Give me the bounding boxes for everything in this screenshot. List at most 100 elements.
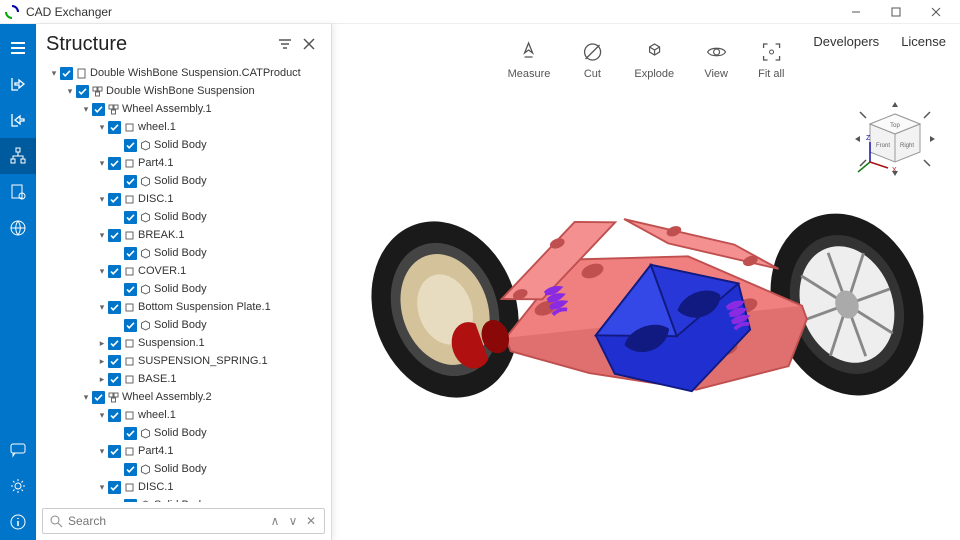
properties-icon[interactable] xyxy=(0,174,36,210)
tree-row[interactable]: Solid Body xyxy=(40,496,327,502)
menu-icon[interactable] xyxy=(0,30,36,66)
tree-checkbox[interactable] xyxy=(60,67,73,80)
tree-expand-icon[interactable] xyxy=(112,319,124,331)
explode-tool[interactable]: Explode xyxy=(634,40,674,80)
tree-row[interactable]: Solid Body xyxy=(40,280,327,298)
tree-expand-icon[interactable] xyxy=(112,463,124,475)
structure-icon[interactable] xyxy=(0,138,36,174)
viewport[interactable]: Developers License Measure Cut Explode V… xyxy=(332,24,960,540)
tree-row[interactable]: ▾Double WishBone Suspension xyxy=(40,82,327,100)
tree-row[interactable]: ▾Bottom Suspension Plate.1 xyxy=(40,298,327,316)
tree-checkbox[interactable] xyxy=(108,373,121,386)
tree-row[interactable]: ▾wheel.1 xyxy=(40,118,327,136)
tree-expand-icon[interactable] xyxy=(112,211,124,223)
tree-checkbox[interactable] xyxy=(76,85,89,98)
tree-expand-icon[interactable] xyxy=(112,139,124,151)
search-input[interactable] xyxy=(65,511,266,531)
tree-expand-icon[interactable]: ▸ xyxy=(96,337,108,349)
tree-row[interactable]: ▸SUSPENSION_SPRING.1 xyxy=(40,352,327,370)
close-panel-icon[interactable] xyxy=(297,32,321,56)
tree-checkbox[interactable] xyxy=(108,337,121,350)
tree-expand-icon[interactable] xyxy=(112,499,124,502)
tree-row[interactable]: ▾Part4.1 xyxy=(40,442,327,460)
filter-icon[interactable] xyxy=(273,32,297,56)
tree-checkbox[interactable] xyxy=(108,229,121,242)
tree-checkbox[interactable] xyxy=(124,211,137,224)
tree-checkbox[interactable] xyxy=(124,247,137,260)
tree-row[interactable]: ▾COVER.1 xyxy=(40,262,327,280)
tree-expand-icon[interactable] xyxy=(112,175,124,187)
import-icon[interactable] xyxy=(0,66,36,102)
tree-checkbox[interactable] xyxy=(124,319,137,332)
close-window-button[interactable] xyxy=(916,0,956,24)
tree-row[interactable]: Solid Body xyxy=(40,172,327,190)
tree-expand-icon[interactable]: ▾ xyxy=(96,481,108,493)
tree-row[interactable]: Solid Body xyxy=(40,244,327,262)
tree-expand-icon[interactable]: ▾ xyxy=(96,409,108,421)
tree-checkbox[interactable] xyxy=(92,103,105,116)
tree-row[interactable]: ▾wheel.1 xyxy=(40,406,327,424)
export-icon[interactable] xyxy=(0,102,36,138)
tree-checkbox[interactable] xyxy=(124,175,137,188)
search-clear-icon[interactable]: ✕ xyxy=(302,512,320,530)
tree-checkbox[interactable] xyxy=(124,139,137,152)
tree-expand-icon[interactable] xyxy=(112,427,124,439)
feedback-icon[interactable] xyxy=(0,432,36,468)
settings-icon[interactable] xyxy=(0,468,36,504)
tree-checkbox[interactable] xyxy=(124,499,137,503)
tree-row[interactable]: Solid Body xyxy=(40,208,327,226)
tree-row[interactable]: ▾DISC.1 xyxy=(40,190,327,208)
info-icon[interactable] xyxy=(0,504,36,540)
tree-checkbox[interactable] xyxy=(92,391,105,404)
fitall-tool[interactable]: Fit all xyxy=(758,40,784,80)
tree-row[interactable]: ▾Wheel Assembly.2 xyxy=(40,388,327,406)
tree-expand-icon[interactable]: ▸ xyxy=(96,373,108,385)
tree-row[interactable]: ▾DISC.1 xyxy=(40,478,327,496)
tree-checkbox[interactable] xyxy=(108,355,121,368)
tree-checkbox[interactable] xyxy=(108,445,121,458)
tree-row[interactable]: ▸BASE.1 xyxy=(40,370,327,388)
tree-row[interactable]: Solid Body xyxy=(40,316,327,334)
tree-checkbox[interactable] xyxy=(124,463,137,476)
tree-row[interactable]: ▾BREAK.1 xyxy=(40,226,327,244)
search-box[interactable]: ∧ ∨ ✕ xyxy=(42,508,325,534)
tree-expand-icon[interactable]: ▾ xyxy=(96,193,108,205)
tree-expand-icon[interactable]: ▾ xyxy=(96,229,108,241)
tree-checkbox[interactable] xyxy=(108,301,121,314)
measure-tool[interactable]: Measure xyxy=(508,40,551,80)
maximize-button[interactable] xyxy=(876,0,916,24)
developers-link[interactable]: Developers xyxy=(813,34,879,49)
view-tool[interactable]: View xyxy=(704,40,728,80)
tree-expand-icon[interactable]: ▾ xyxy=(96,157,108,169)
tree-checkbox[interactable] xyxy=(108,481,121,494)
tree-checkbox[interactable] xyxy=(108,193,121,206)
tree-expand-icon[interactable]: ▾ xyxy=(80,391,92,403)
tree-row[interactable]: Solid Body xyxy=(40,136,327,154)
tree-expand-icon[interactable]: ▾ xyxy=(80,103,92,115)
tree-checkbox[interactable] xyxy=(108,265,121,278)
tree-expand-icon[interactable]: ▾ xyxy=(48,67,60,79)
tree-expand-icon[interactable]: ▾ xyxy=(96,445,108,457)
minimize-button[interactable] xyxy=(836,0,876,24)
tree-row[interactable]: ▾Double WishBone Suspension.CATProduct xyxy=(40,64,327,82)
tree-checkbox[interactable] xyxy=(108,157,121,170)
tree-row[interactable]: ▾Part4.1 xyxy=(40,154,327,172)
tree-expand-icon[interactable] xyxy=(112,247,124,259)
tree-row[interactable]: Solid Body xyxy=(40,424,327,442)
tree-expand-icon[interactable]: ▾ xyxy=(64,85,76,97)
tree-expand-icon[interactable]: ▾ xyxy=(96,301,108,313)
web-icon[interactable] xyxy=(0,210,36,246)
tree-checkbox[interactable] xyxy=(108,121,121,134)
tree-expand-icon[interactable] xyxy=(112,283,124,295)
tree-checkbox[interactable] xyxy=(124,283,137,296)
tree-row[interactable]: ▾Wheel Assembly.1 xyxy=(40,100,327,118)
tree-row[interactable]: Solid Body xyxy=(40,460,327,478)
tree-checkbox[interactable] xyxy=(124,427,137,440)
tree-row[interactable]: ▸Suspension.1 xyxy=(40,334,327,352)
tree-expand-icon[interactable]: ▾ xyxy=(96,121,108,133)
search-next-icon[interactable]: ∨ xyxy=(284,512,302,530)
license-link[interactable]: License xyxy=(901,34,946,49)
tree-checkbox[interactable] xyxy=(108,409,121,422)
cut-tool[interactable]: Cut xyxy=(580,40,604,80)
tree-expand-icon[interactable]: ▾ xyxy=(96,265,108,277)
